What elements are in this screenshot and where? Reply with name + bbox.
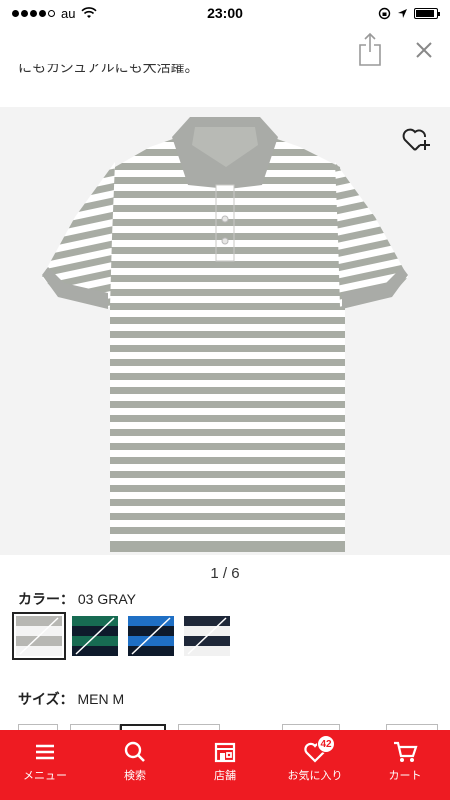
tab-menu-label: メニュー — [23, 770, 67, 782]
cart-icon — [394, 741, 418, 762]
close-button[interactable] — [412, 38, 436, 62]
color-swatch-green[interactable] — [72, 616, 118, 656]
color-swatch-blue[interactable] — [128, 616, 174, 656]
size-row: サイズ： MEN M — [18, 689, 124, 709]
color-value: 03 GRAY — [77, 591, 136, 607]
product-image[interactable] — [0, 107, 450, 555]
swatch-pattern — [184, 616, 230, 656]
image-pager: 1 / 6 — [210, 565, 240, 582]
battery-icon — [414, 7, 440, 19]
wifi-icon — [81, 7, 98, 18]
swatch-pattern — [128, 616, 174, 656]
swatch-pattern — [72, 616, 118, 656]
color-swatches — [12, 612, 230, 660]
share-button[interactable] — [356, 32, 384, 68]
size-value: MEN M — [77, 691, 125, 707]
tab-cart[interactable]: カート — [360, 730, 450, 800]
heart-plus-icon — [402, 128, 430, 151]
tab-favorites-label: お気に入り — [287, 770, 343, 782]
location-icon — [398, 8, 407, 18]
menu-icon — [36, 744, 54, 760]
close-icon — [416, 42, 432, 58]
polo-shirt-image — [42, 117, 408, 552]
status-bar: au 23:00 — [0, 0, 450, 26]
bottom-tab-bar: メニュー 検索 店舗 42 お気に入り カート — [0, 730, 450, 800]
carrier-name: au — [61, 5, 76, 21]
favorites-count-badge: 42 — [317, 735, 335, 753]
search-icon — [124, 741, 145, 762]
tab-favorites[interactable]: 42 お気に入り — [270, 730, 360, 800]
store-icon — [214, 742, 236, 763]
color-swatch-navy[interactable] — [184, 616, 230, 656]
signal-strength-icon — [12, 9, 55, 17]
tab-search[interactable]: 検索 — [90, 730, 180, 800]
tab-cart-label: カート — [388, 770, 422, 782]
color-row: カラー： 03 GRAY — [18, 589, 136, 609]
description-text: にもカジュアルにも大活躍。 — [18, 64, 199, 75]
orientation-lock-icon — [378, 7, 391, 19]
status-right — [378, 7, 440, 20]
tab-store[interactable]: 店舗 — [180, 730, 270, 800]
tab-store-label: 店舗 — [214, 770, 236, 782]
tab-menu[interactable]: メニュー — [0, 730, 90, 800]
swatch-pattern — [16, 616, 62, 656]
color-swatch-gray[interactable] — [12, 612, 66, 660]
size-label: サイズ： — [18, 691, 74, 707]
tab-search-label: 検索 — [124, 770, 146, 782]
color-label: カラー： — [18, 591, 74, 607]
share-icon — [359, 32, 381, 66]
status-left: au — [12, 5, 98, 21]
status-time: 23:00 — [207, 5, 243, 21]
add-favorite-button[interactable] — [402, 126, 432, 154]
